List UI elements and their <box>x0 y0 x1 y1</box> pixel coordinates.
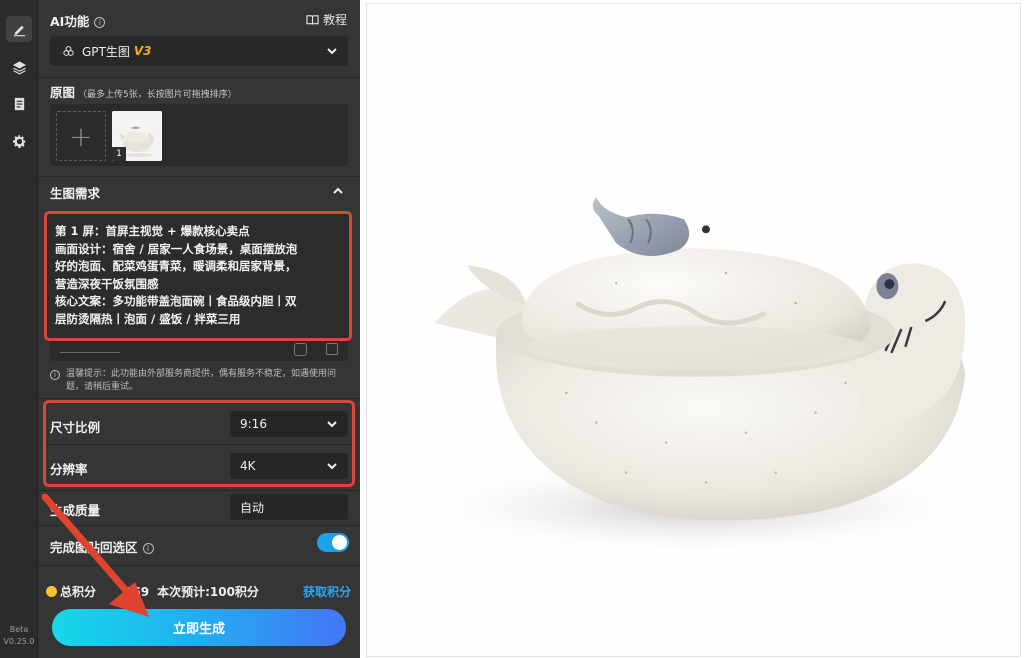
openai-icon <box>63 45 74 56</box>
generate-button[interactable]: 立即生成 <box>52 609 346 646</box>
prompt-toolbar-text <box>60 344 120 353</box>
version-beta: Beta <box>9 625 29 634</box>
notice-info-icon: i <box>50 370 60 380</box>
history-icon[interactable] <box>294 343 307 356</box>
quality-label: 生成质量 <box>50 503 101 518</box>
model-name: GPT生图 <box>82 44 130 59</box>
prompt-line: 核心文案：多功能带盖泡面碗丨食品级内胆丨双 <box>55 294 297 309</box>
info-icon[interactable]: i <box>142 543 154 554</box>
book-icon <box>306 14 319 25</box>
resolution-value: 4K <box>240 459 256 473</box>
info-icon[interactable]: i <box>94 17 106 28</box>
model-select[interactable]: GPT生图 V3 <box>50 36 348 66</box>
ai-feature-title: AI功能 i <box>50 11 106 30</box>
prompt-line: 第 1 屏：首屏主视觉 + 爆款核心卖点 <box>55 224 250 238</box>
points-value: 369 <box>124 584 150 599</box>
chevron-down-icon <box>327 48 337 55</box>
points-estimate: 本次预计:100积分 <box>157 585 259 599</box>
source-image-hint: （最多上传5张，长按图片可拖拽排序） <box>78 90 237 100</box>
tool-rail: Beta V0.25.0 <box>0 0 38 658</box>
aspect-ratio-value: 9:16 <box>240 417 267 431</box>
prompt-line: 好的泡面、配菜鸡蛋青菜，暖调柔和居家背景， <box>55 259 297 274</box>
source-image-title: 原图 （最多上传5张，长按图片可拖拽排序） <box>50 85 237 100</box>
resolution-select[interactable]: 4K <box>230 453 348 479</box>
thumbnail-index-badge: 1 <box>112 147 126 161</box>
service-notice: i 温馨提示：此功能由外部服务商提供，偶有服务不稳定，如遇使用问题，请稍后重试。 <box>50 368 350 394</box>
prompt-line: 营造深夜干饭氛围感 <box>55 276 159 291</box>
prompt-toolbar <box>50 339 348 361</box>
points-label: 总积分 <box>60 585 97 599</box>
prompt-textarea[interactable]: 第 1 屏：首屏主视觉 + 爆款核心卖点 画面设计：宿舍 / 居家一人食场景，桌… <box>44 211 352 341</box>
chevron-up-icon[interactable] <box>332 186 344 196</box>
aspect-ratio-select[interactable]: 9:16 <box>230 411 348 437</box>
points-summary: 总积分 369 本次预计:100积分 <box>46 583 259 600</box>
layers-icon[interactable] <box>6 54 32 80</box>
upload-area: + 1 <box>50 104 348 166</box>
coin-icon <box>46 586 57 597</box>
chevron-down-icon <box>327 463 337 470</box>
prompt-line: 画面设计：宿舍 / 居家一人食场景，桌面摆放泡 <box>55 241 298 256</box>
plus-icon: + <box>69 119 93 153</box>
resolution-label: 分辨率 <box>50 462 88 477</box>
chevron-down-icon <box>327 421 337 428</box>
ai-panel: AI功能 i 教程 GPT生图 V3 原图 （最多上传5张，长按图片可拖拽排序） + <box>38 0 360 658</box>
gear-icon[interactable] <box>6 128 32 154</box>
image-preview <box>366 3 1021 657</box>
version-number: V0.25.0 <box>3 637 35 646</box>
pen-icon[interactable] <box>6 16 32 42</box>
clipboard-icon[interactable] <box>6 90 32 116</box>
product-photo <box>367 4 1020 656</box>
tutorial-link[interactable]: 教程 <box>306 11 347 28</box>
add-image-button[interactable]: + <box>56 111 106 161</box>
quality-value: 自动 <box>240 500 265 515</box>
paste-back-label: 完成图贴回选区 i <box>50 537 154 556</box>
prompt-line: 层防烫隔热丨泡面 / 盛饭 / 拌菜三用 <box>55 311 241 326</box>
generate-button-label: 立即生成 <box>172 622 225 637</box>
model-version-badge: V3 <box>133 44 152 58</box>
paste-back-toggle[interactable] <box>317 533 349 552</box>
clear-icon[interactable] <box>326 343 338 355</box>
service-notice-text: 温馨提示：此功能由外部服务商提供，偶有服务不稳定，如遇使用问题，请稍后重试。 <box>66 369 337 392</box>
aspect-ratio-label: 尺寸比例 <box>50 420 101 435</box>
requirements-title: 生图需求 <box>50 186 101 201</box>
quality-select[interactable]: 自动 <box>230 494 348 520</box>
get-points-link[interactable]: 获取积分 <box>303 583 351 600</box>
source-thumbnail[interactable]: 1 <box>112 111 162 161</box>
tutorial-label: 教程 <box>323 13 348 27</box>
